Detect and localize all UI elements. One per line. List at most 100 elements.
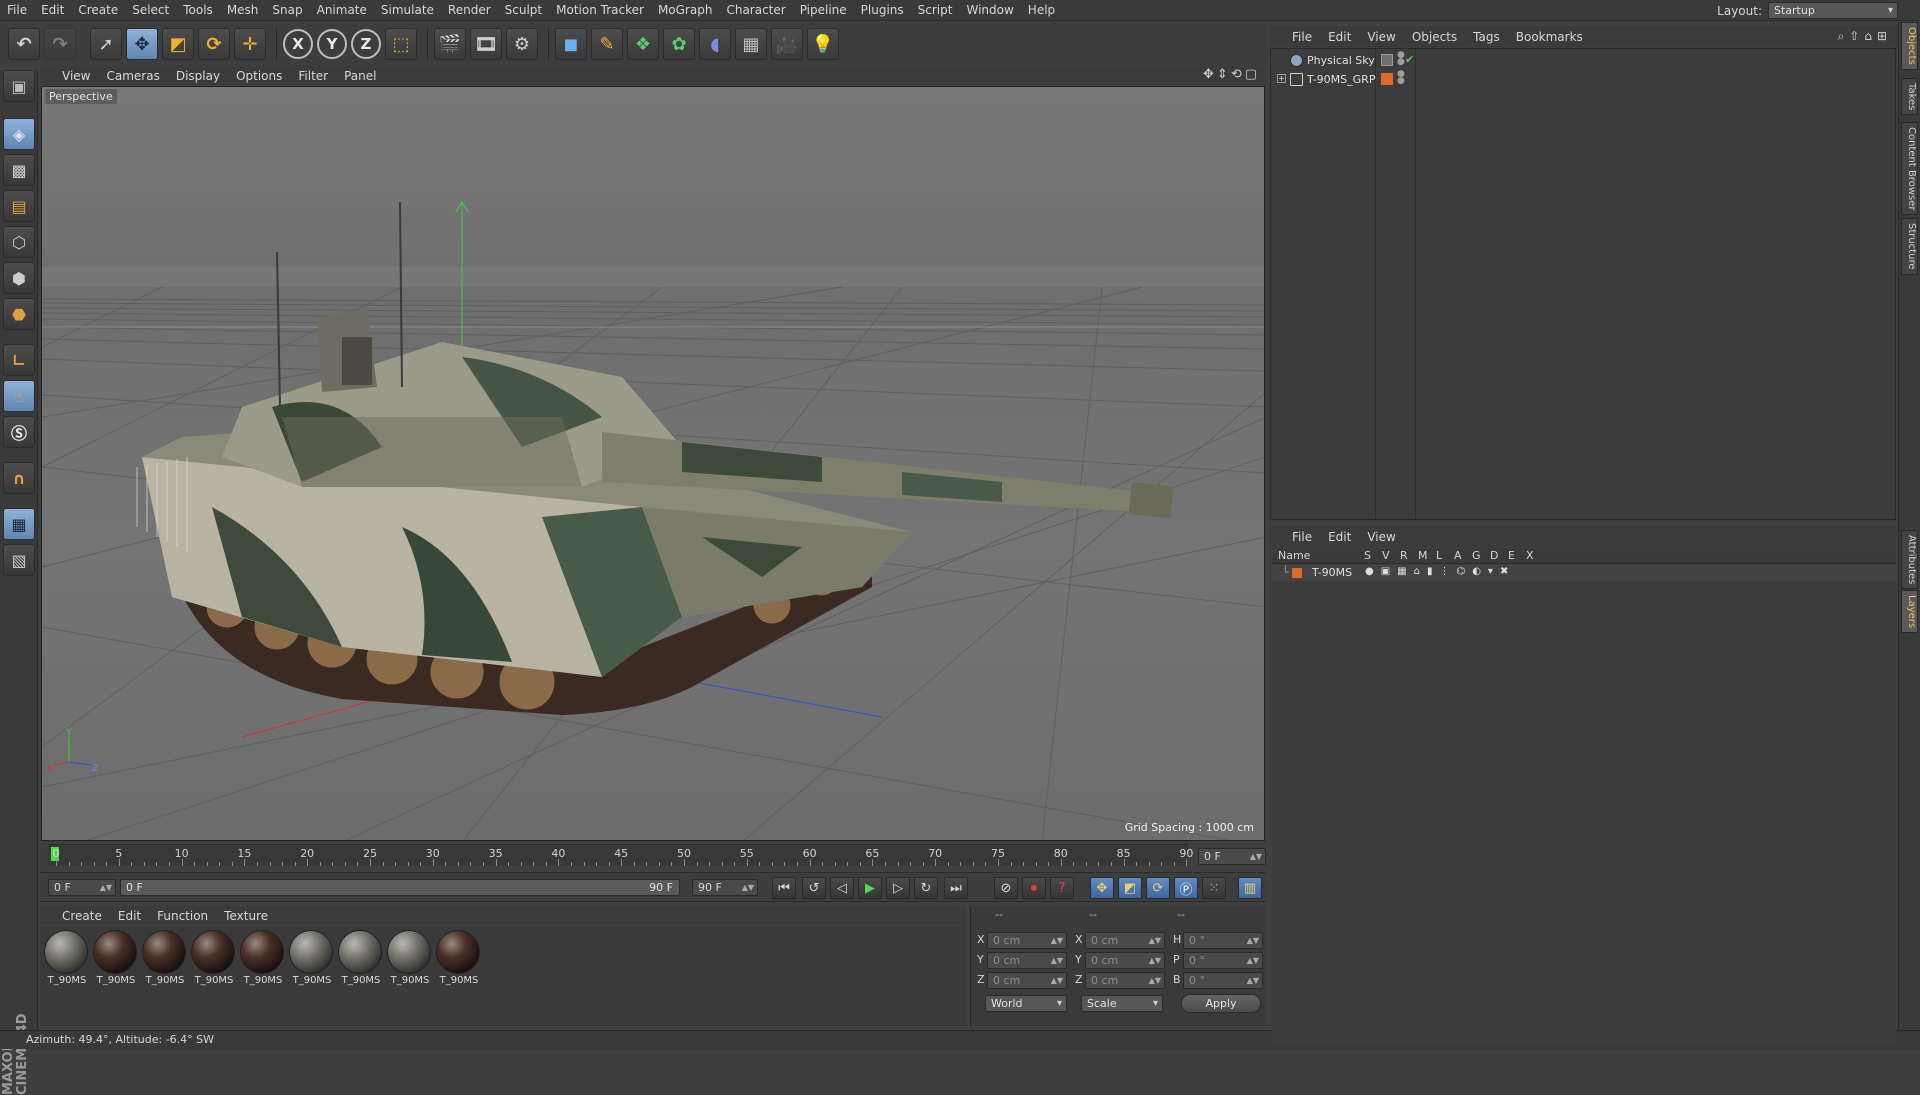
menu-select[interactable]: Select — [125, 0, 176, 21]
menu-motion-tracker[interactable]: Motion Tracker — [549, 0, 651, 21]
material-swatch[interactable]: T_90MS — [142, 930, 188, 988]
previous-key-icon[interactable]: ↺ — [802, 877, 826, 899]
light-icon[interactable]: 💡 — [807, 28, 839, 60]
record-scale-icon[interactable]: ◩ — [1118, 877, 1142, 899]
object-manager-tools[interactable]: ⌕⇧⌂⊞ — [1838, 29, 1892, 44]
menu-window[interactable]: Window — [959, 0, 1020, 21]
live-selection-icon[interactable]: ➚ — [90, 28, 122, 60]
object-menu-objects[interactable]: Objects — [1404, 30, 1465, 44]
record-position-icon[interactable]: ✥ — [1090, 877, 1114, 899]
polygons-mode-icon[interactable]: ⬣ — [3, 298, 35, 330]
viewport-menu-cameras[interactable]: Cameras — [98, 69, 167, 83]
layer-color-icon[interactable] — [1381, 73, 1393, 85]
object-menu-edit[interactable]: Edit — [1320, 30, 1359, 44]
coord-value-field[interactable]: 0 cm ▲▼ — [1085, 932, 1165, 949]
scale-tool-icon[interactable]: ◩ — [162, 28, 194, 60]
layer-menu-view[interactable]: View — [1359, 530, 1403, 544]
max-frame-field[interactable]: 90 F ▲▼ — [692, 879, 758, 896]
viewport-menu-view[interactable]: View — [54, 69, 98, 83]
coord-value-field[interactable]: 0 ° ▲▼ — [1183, 932, 1263, 949]
snap-magnet-icon[interactable]: ∩ — [3, 462, 35, 494]
object-menu-view[interactable]: View — [1359, 30, 1403, 44]
menu-simulate[interactable]: Simulate — [374, 0, 441, 21]
menu-sculpt[interactable]: Sculpt — [498, 0, 549, 21]
viewport-menu-filter[interactable]: Filter — [290, 69, 336, 83]
move-tool-icon[interactable]: ✥ — [126, 28, 158, 60]
perspective-viewport[interactable]: Y X Z Perspective Grid Spacing : 1000 cm — [41, 86, 1265, 841]
viewport-menu-display[interactable]: Display — [168, 69, 228, 83]
timeline-ruler[interactable]: 0 5 10 15 20 25 30 35 40 45 50 55 60 65 70 75 80 85 90 — [48, 844, 1193, 866]
keyframe-selection-icon[interactable]: ? — [1050, 877, 1074, 899]
tab-objects[interactable]: Objects — [1901, 22, 1918, 70]
layer-color-swatch[interactable] — [1292, 568, 1302, 578]
cloner-icon[interactable]: ✿ — [663, 28, 695, 60]
previous-frame-icon[interactable]: ◁ — [830, 877, 854, 899]
object-row-physical-sky[interactable]: Physical Sky ● ● ✔ — [1271, 51, 1895, 70]
object-menu-file[interactable]: File — [1284, 30, 1320, 44]
cube-primitive-icon[interactable]: ◼ — [555, 28, 587, 60]
sky-tag-icon[interactable] — [1381, 54, 1393, 66]
visibility-dots-icon[interactable]: ● ● — [1397, 70, 1405, 86]
layer-column-g[interactable]: G — [1472, 549, 1481, 562]
current-frame-display[interactable]: 0 F ▲▼ — [1198, 848, 1266, 865]
coordinate-space-dropdown[interactable]: World — [985, 995, 1067, 1012]
tweak-mode-icon[interactable]: ☝ — [3, 380, 35, 412]
record-rotation-icon[interactable]: ⟳ — [1146, 877, 1170, 899]
camera-icon[interactable]: 🎥 — [771, 28, 803, 60]
material-menu-texture[interactable]: Texture — [216, 909, 276, 923]
record-active-objects-icon[interactable]: ⊘ — [994, 877, 1018, 899]
layer-column-l[interactable]: L — [1436, 549, 1442, 562]
layer-column-r[interactable]: R — [1400, 549, 1408, 562]
layer-column-v[interactable]: V — [1382, 549, 1390, 562]
play-forward-icon[interactable]: ▶ — [858, 877, 882, 899]
material-menu-function[interactable]: Function — [149, 909, 216, 923]
enabled-check-icon[interactable]: ✔ — [1405, 53, 1414, 66]
layer-column-d[interactable]: D — [1490, 549, 1498, 562]
material-swatch[interactable]: T_90MS — [338, 930, 384, 988]
workplane-lock-icon[interactable]: ▦ — [3, 508, 35, 540]
menu-mograph[interactable]: MoGraph — [651, 0, 720, 21]
autokeying-icon[interactable]: ⏺ — [1022, 877, 1046, 899]
layer-menu-edit[interactable]: Edit — [1320, 530, 1359, 544]
object-row-t90ms-grp[interactable]: + T-90MS_GRP ● ● — [1271, 70, 1895, 89]
material-swatch[interactable]: T_90MS — [436, 930, 482, 988]
material-manager[interactable]: T_90MS T_90MS T_90MS T_90MS T_90MS T_90MS T_90… — [40, 926, 966, 1026]
coord-value-field[interactable]: 0 cm ▲▼ — [1085, 952, 1165, 969]
coord-value-field[interactable]: 0 cm ▲▼ — [987, 932, 1067, 949]
size-mode-dropdown[interactable]: Scale — [1081, 995, 1163, 1012]
viewport-menu-options[interactable]: Options — [228, 69, 290, 83]
start-frame-field[interactable]: 0 F ▲▼ — [48, 879, 116, 896]
material-menu-edit[interactable]: Edit — [110, 909, 149, 923]
points-mode-icon[interactable]: ⬡ — [3, 226, 35, 258]
z-axis-lock-button[interactable]: Z — [351, 29, 381, 59]
go-to-end-icon[interactable]: ⏭ — [944, 877, 968, 899]
preview-range-slider[interactable]: 0 F 90 F — [120, 879, 680, 896]
menu-pipeline[interactable]: Pipeline — [793, 0, 854, 21]
material-swatch[interactable]: T_90MS — [191, 930, 237, 988]
axis-mode-icon[interactable]: ∟ — [3, 344, 35, 376]
layer-column-name[interactable]: Name — [1278, 549, 1310, 562]
layer-column-m[interactable]: M — [1418, 549, 1428, 562]
render-picture-viewer-icon[interactable]: 🎞 — [470, 28, 502, 60]
edges-mode-icon[interactable]: ⬢ — [3, 262, 35, 294]
material-swatch[interactable]: T_90MS — [387, 930, 433, 988]
model-mode-icon[interactable]: ◈ — [3, 118, 35, 150]
object-manager-list[interactable]: Physical Sky ● ● ✔ + T-90MS_GRP ● ● — [1270, 48, 1896, 520]
render-settings-icon[interactable]: ⚙ — [506, 28, 538, 60]
pen-spline-icon[interactable]: ✎ — [591, 28, 623, 60]
menu-mesh[interactable]: Mesh — [220, 0, 266, 21]
record-point-level-icon[interactable]: ⁙ — [1202, 877, 1226, 899]
record-parameter-icon[interactable]: Ⓟ — [1174, 877, 1198, 899]
subdivision-generator-icon[interactable]: ❖ — [627, 28, 659, 60]
material-swatch[interactable]: T_90MS — [289, 930, 335, 988]
coord-value-field[interactable]: 0 cm ▲▼ — [987, 952, 1067, 969]
expand-toggle-icon[interactable]: + — [1277, 74, 1286, 83]
menu-plugins[interactable]: Plugins — [854, 0, 911, 21]
menu-edit[interactable]: Edit — [34, 0, 71, 21]
deformer-icon[interactable]: ◖ — [699, 28, 731, 60]
y-axis-lock-button[interactable]: Y — [317, 29, 347, 59]
material-swatch[interactable]: T_90MS — [240, 930, 286, 988]
go-to-start-icon[interactable]: ⏮ — [772, 877, 796, 899]
menu-animate[interactable]: Animate — [310, 0, 374, 21]
tab-attributes[interactable]: Attributes — [1901, 530, 1918, 590]
